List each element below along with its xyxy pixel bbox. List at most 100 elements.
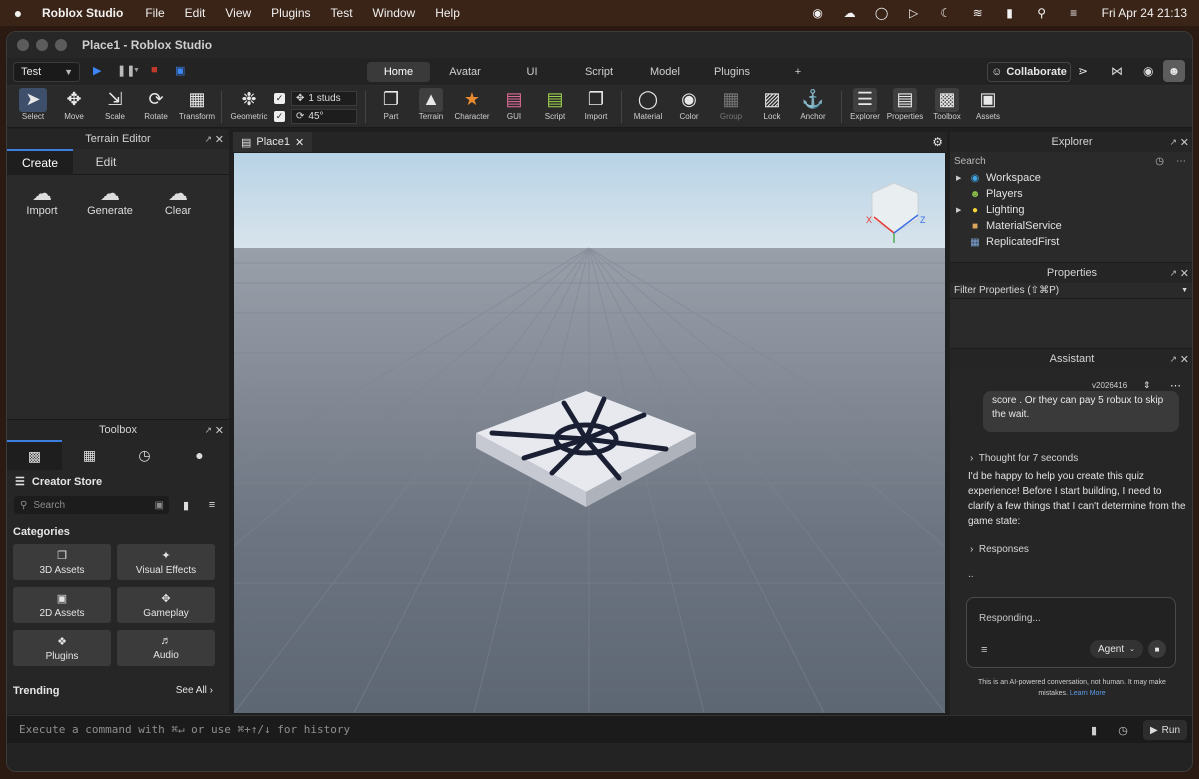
category-audio[interactable]: ♬ Audio [117,630,215,666]
moon-icon[interactable]: ☾ [938,6,954,20]
close-icon[interactable]: ✕ [1180,136,1189,149]
device-emulator-icon[interactable]: ▣ [175,64,185,77]
rotate-snap-checkbox[interactable]: ✓ [274,111,285,122]
undock-icon[interactable]: ↗ [204,134,212,145]
version-stepper-icon[interactable]: ⇕ [1143,380,1151,391]
part-tool[interactable]: ❐ Part [369,88,413,126]
category-visual-effects[interactable]: ✦ Visual Effects [117,544,215,580]
tab-marketplace[interactable]: ▩ [7,440,62,470]
run-command-button[interactable]: ▶ Run [1143,720,1187,740]
tab-recent[interactable]: ◷ [117,440,172,470]
creator-store-row[interactable]: ☰ Creator Store [15,475,102,489]
terrain-tool[interactable]: ▲ Terrain [409,88,453,126]
play-circle-icon[interactable]: ▷ [906,6,922,20]
gui-tool[interactable]: ▤ GUI [492,88,536,126]
gear-icon[interactable]: ⚙ [932,135,943,149]
character-tool[interactable]: ★ Character [450,88,494,126]
expand-arrow-icon[interactable]: ▶ [956,174,964,182]
close-icon[interactable]: ✕ [215,133,224,146]
toolbox-search-input[interactable]: ⚲ Search ▣ [14,496,169,514]
add-tab-button[interactable]: + [787,62,809,82]
notifications-icon[interactable]: ◉ [1143,64,1153,78]
category-gameplay[interactable]: ✥ Gameplay [117,587,215,623]
pause-options-icon[interactable]: ▼ [133,67,140,74]
tree-item-lighting[interactable]: ▶ ● Lighting [950,202,1192,218]
status-app-icon[interactable]: ◉ [810,6,826,20]
model-version[interactable]: v2026416 [1092,381,1127,390]
team-create-icon[interactable]: ⋈ [1111,64,1123,78]
explorer-toggle[interactable]: ☰ Explorer [843,88,887,126]
tree-item-replicatedfirst[interactable]: ▦ ReplicatedFirst [950,234,1192,250]
undock-icon[interactable]: ↗ [1169,137,1177,148]
tree-item-players[interactable]: ☻ Players [950,186,1192,202]
app-menu[interactable]: Roblox Studio [42,6,123,20]
play-icon[interactable]: ▶ [93,64,101,77]
tab-creations[interactable]: ● [172,440,227,470]
anchor-tool[interactable]: ⚓ Anchor [791,88,835,126]
move-snap-field[interactable]: ✥ 1 studs [291,91,357,106]
scale-tool[interactable]: ⇲ Scale [93,88,137,126]
agent-mode-select[interactable]: Agent ⌄ [1090,640,1143,658]
tree-item-materialservice[interactable]: ■ MaterialService [950,218,1192,234]
see-all-link[interactable]: See All › [176,685,213,697]
tab-inventory[interactable]: ▦ [62,440,117,470]
toolbox-toggle[interactable]: ▩ Toolbox [925,88,969,126]
settings-sliders-icon[interactable]: ≡ [981,644,987,656]
explorer-search-input[interactable]: Search ◷ ⋯ [950,152,1192,170]
minimize-window-button[interactable] [36,39,48,51]
category-2d-assets[interactable]: ▣ 2D Assets [13,587,111,623]
more-icon[interactable]: ⋯ [1176,156,1186,167]
responses-toggle[interactable]: › Responses [970,544,1029,555]
filter-properties-input[interactable]: Filter Properties (⇧⌘P) ▼ [950,283,1192,299]
menu-help[interactable]: Help [435,6,460,20]
command-input[interactable]: Execute a command with ⌘↵ or use ⌘+↑/↓ f… [19,723,350,736]
move-snap-checkbox[interactable]: ✓ [274,93,285,104]
tab-plugins[interactable]: Plugins [707,62,757,82]
properties-toggle[interactable]: ▤ Properties [883,88,927,126]
color-tool[interactable]: ◉ Color [667,88,711,126]
lock-tool[interactable]: ▨ Lock [750,88,794,126]
wifi-icon[interactable]: ≋ [970,6,986,20]
collaborate-button[interactable]: ☺ Collaborate [987,62,1071,82]
terrain-import-button[interactable]: ☁ Import [12,181,72,217]
view-cube[interactable]: X Z [866,182,926,243]
menu-test[interactable]: Test [331,6,353,20]
menu-view[interactable]: View [225,6,251,20]
learn-more-link[interactable]: Learn More [1070,690,1106,697]
menu-edit[interactable]: Edit [185,6,206,20]
share-icon[interactable]: ⋗ [1078,64,1088,78]
terrain-clear-button[interactable]: ☁ Clear [148,181,208,217]
test-mode-select[interactable]: Test ▼ [13,62,80,82]
geometric-tool[interactable]: ❉ Geometric [227,88,271,126]
search-icon[interactable]: ⚲ [1034,6,1050,20]
close-icon[interactable]: ✕ [1180,267,1189,280]
select-tool[interactable]: ➤ Select [11,88,55,126]
undock-icon[interactable]: ↗ [204,425,212,436]
tab-ui[interactable]: UI [512,62,552,82]
menubar-clock[interactable]: Fri Apr 24 21:13 [1102,6,1187,20]
control-center-icon[interactable]: ≡ [1066,6,1082,20]
tab-avatar[interactable]: Avatar [437,62,493,82]
bookmark-icon[interactable]: ▮ [1084,721,1104,739]
battery-icon[interactable]: ▮ [1002,6,1018,20]
close-icon[interactable]: ✕ [1180,353,1189,366]
expand-arrow-icon[interactable]: ▶ [956,206,964,214]
zoom-window-button[interactable] [55,39,67,51]
menu-window[interactable]: Window [373,6,416,20]
image-search-icon[interactable]: ▣ [155,500,164,511]
tab-place1[interactable]: ▤ Place1 ✕ [233,132,313,152]
cloud-icon[interactable]: ☁ [842,6,858,20]
tab-edit[interactable]: Edit [73,149,139,175]
assets-toggle[interactable]: ▣ Assets [966,88,1010,126]
filter-icon[interactable]: ≡ [203,497,221,513]
bookmark-icon[interactable]: ▮ [177,497,195,513]
terrain-generate-button[interactable]: ☁ Generate [80,181,140,217]
script-tool[interactable]: ▤ Script [533,88,577,126]
undock-icon[interactable]: ↗ [1169,268,1177,279]
gauge-icon[interactable]: ◯ [874,6,890,20]
chevron-down-icon[interactable]: ▼ [1181,287,1188,294]
close-window-button[interactable] [17,39,29,51]
rotate-snap-field[interactable]: ⟳ 45° [291,109,357,124]
move-tool[interactable]: ✥ Move [52,88,96,126]
category-plugins[interactable]: ❖ Plugins [13,630,111,666]
